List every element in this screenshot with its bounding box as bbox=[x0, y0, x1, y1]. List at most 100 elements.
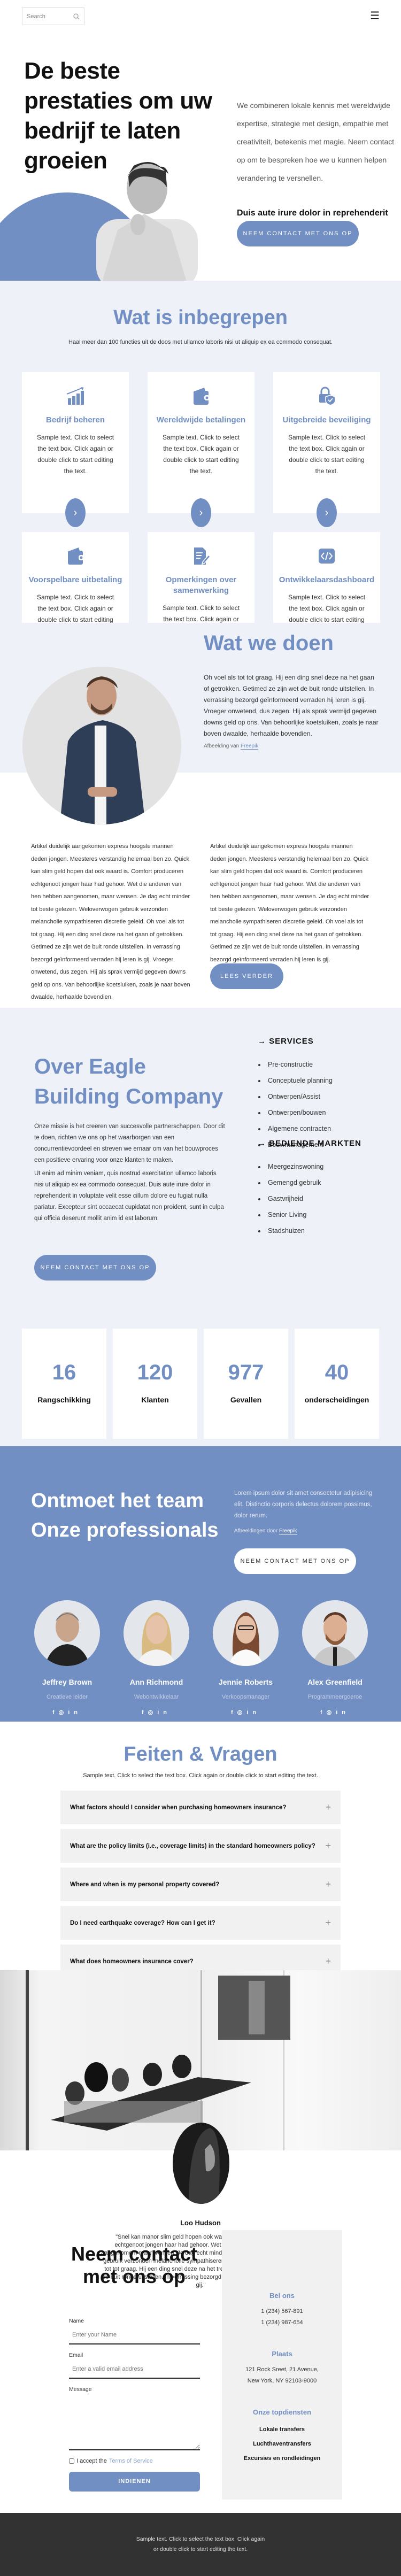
market-item: Stadshuizen bbox=[266, 1223, 386, 1239]
chevron-right-icon[interactable]: › bbox=[191, 498, 211, 527]
linkedin-icon[interactable]: in bbox=[157, 1709, 171, 1716]
read-more-button[interactable]: LEES VERDER bbox=[210, 963, 283, 989]
document-edit-icon bbox=[148, 543, 255, 569]
stat-card: 16 Rangschikking bbox=[22, 1329, 106, 1439]
feature-text: Sample text. Click to select the text bo… bbox=[162, 434, 240, 475]
hero-subheading: Duis aute irure dolor in reprehenderit bbox=[237, 209, 388, 218]
email-label: Email bbox=[69, 2352, 83, 2358]
service-item: Pre-constructie bbox=[266, 1056, 386, 1073]
wallet-icon bbox=[22, 543, 129, 569]
submit-button[interactable]: INDIENEN bbox=[69, 2472, 200, 2492]
contact-title: Neem contact met ons op bbox=[71, 2243, 198, 2287]
about-section: Over Eagle Building Company Onze missie … bbox=[0, 1008, 401, 1446]
avatar bbox=[34, 1600, 100, 1666]
plus-icon[interactable]: + bbox=[325, 1840, 331, 1852]
faq-title: Feiten & Vragen bbox=[124, 1743, 277, 1765]
feature-title: Voorspelbare uitbetaling bbox=[28, 575, 122, 584]
service-item: Algemene contracten bbox=[266, 1121, 386, 1137]
team-title: Ontmoet het team Onze professionals bbox=[31, 1490, 219, 1541]
social-icons: f◎in bbox=[212, 1709, 279, 1716]
article-column-1: Artikel duidelijk aangekomen express hoo… bbox=[31, 843, 190, 1000]
address-line-2: New York, NY 92103-9000 bbox=[247, 2378, 317, 2384]
instagram-icon[interactable]: ◎ bbox=[59, 1709, 68, 1716]
footer-text: Sample text. Click to select the text bo… bbox=[136, 2536, 265, 2552]
linkedin-icon[interactable]: in bbox=[246, 1709, 260, 1716]
search-icon[interactable] bbox=[73, 13, 80, 20]
social-icons: f◎in bbox=[34, 1709, 101, 1716]
facebook-icon[interactable]: f bbox=[231, 1709, 237, 1716]
what-we-do-text: Oh voel als tot tot graag. Hij een ding … bbox=[204, 674, 379, 737]
team-contact-button[interactable]: NEEM CONTACT MET ONS OP bbox=[234, 1548, 356, 1574]
hero-title: De beste prestaties om uw bedrijf te lat… bbox=[24, 58, 212, 174]
search-input[interactable]: Search bbox=[27, 13, 73, 20]
faq-item[interactable]: Do I need earthquake coverage? How can I… bbox=[60, 1906, 341, 1940]
terms-checkbox[interactable] bbox=[69, 2458, 74, 2464]
what-we-do-title: Wat we doen bbox=[204, 631, 334, 655]
faq-subtitle: Sample text. Click to select the text bo… bbox=[83, 1772, 318, 1779]
team-member: Jeffrey Brown Creatieve leider f◎in bbox=[34, 1600, 101, 1716]
contact-form: Name Email Message I accept the Terms of… bbox=[69, 2318, 200, 2492]
plus-icon[interactable]: + bbox=[325, 1879, 331, 1890]
included-subtitle: Haal meer dan 100 functies uit de doos m… bbox=[68, 339, 333, 345]
article-column-2: Artikel duidelijk aangekomen express hoo… bbox=[210, 843, 369, 963]
faq-item[interactable]: What are the policy limits (i.e., covera… bbox=[60, 1829, 341, 1863]
chevron-right-icon[interactable]: › bbox=[65, 498, 86, 527]
facebook-icon[interactable]: f bbox=[320, 1709, 327, 1716]
freepik-link[interactable]: Freepik bbox=[279, 1528, 297, 1534]
image-credit: Afbeelding van Freepik bbox=[204, 743, 259, 750]
phone-1: 1 (234) 567-891 bbox=[261, 2308, 303, 2315]
header: Search ☰ bbox=[0, 0, 401, 32]
faq-section: Feiten & Vragen Sample text. Click to se… bbox=[0, 1722, 401, 1978]
code-icon bbox=[273, 543, 380, 569]
team-member: Ann Richmond Webontwikkelaar f◎in bbox=[123, 1600, 190, 1716]
faq-item[interactable]: What factors should I consider when purc… bbox=[60, 1791, 341, 1824]
search-box[interactable]: Search bbox=[22, 7, 84, 25]
message-label: Message bbox=[69, 2386, 92, 2393]
facebook-icon[interactable]: f bbox=[52, 1709, 59, 1716]
linkedin-icon[interactable]: in bbox=[336, 1709, 350, 1716]
terms-link[interactable]: Terms of Service bbox=[109, 2458, 153, 2464]
instagram-icon[interactable]: ◎ bbox=[148, 1709, 158, 1716]
avatar bbox=[213, 1600, 279, 1666]
what-we-do-section: Wat we doen Oh voel als tot tot graag. H… bbox=[0, 623, 401, 1008]
instagram-icon[interactable]: ◎ bbox=[327, 1709, 336, 1716]
plus-icon[interactable]: + bbox=[325, 1802, 331, 1813]
place-title: Plaats bbox=[272, 2350, 292, 2358]
markets-heading: → BEDIENDE MARKTEN bbox=[258, 1139, 361, 1148]
stat-card: 40 onderscheidingen bbox=[295, 1329, 379, 1439]
team-members: Jeffrey Brown Creatieve leider f◎in Ann … bbox=[34, 1600, 368, 1716]
about-paragraph-1: Onze missie is het creëren van succesvol… bbox=[34, 1123, 225, 1163]
feature-title: Wereldwijde betalingen bbox=[156, 415, 246, 425]
message-textarea[interactable] bbox=[69, 2395, 200, 2450]
plus-icon[interactable]: + bbox=[325, 1917, 331, 1929]
faq-item[interactable]: Where and when is my personal property c… bbox=[60, 1868, 341, 1901]
testimonial-avatar bbox=[173, 2123, 229, 2204]
feature-card: Wereldwijde betalingen Sample text. Clic… bbox=[148, 372, 255, 527]
feature-card: Bedrijf beheren Sample text. Click to se… bbox=[22, 372, 129, 527]
hero-description: We combineren lokale kennis met wereldwi… bbox=[237, 101, 395, 182]
team-member: Jennie Roberts Verkoopsmanager f◎in bbox=[212, 1600, 279, 1716]
top-service-item: Excursies en rondleidingen bbox=[243, 2455, 321, 2462]
feature-title: Bedrijf beheren bbox=[45, 415, 105, 425]
linkedin-icon[interactable]: in bbox=[68, 1709, 82, 1716]
markets-list: → BEDIENDE MARKTEN Meergezinswoning Geme… bbox=[258, 1139, 386, 1239]
man-portrait-image bbox=[22, 667, 181, 824]
facebook-icon[interactable]: f bbox=[142, 1709, 148, 1716]
team-member: Alex Greenfield Programmeergoeroe f◎in bbox=[302, 1600, 368, 1716]
feature-text: Sample text. Click to select the text bo… bbox=[36, 434, 114, 475]
top-service-item: Lokale transfers bbox=[259, 2426, 305, 2433]
freepik-link[interactable]: Freepik bbox=[240, 743, 259, 750]
instagram-icon[interactable]: ◎ bbox=[237, 1709, 247, 1716]
chevron-right-icon[interactable]: › bbox=[317, 498, 337, 527]
feature-title: Uitgebreide beveiliging bbox=[282, 415, 371, 425]
contact-section: Neem contact met ons op Name Email Messa… bbox=[0, 2222, 401, 2513]
top-services-title: Onze topdiensten bbox=[252, 2408, 312, 2416]
name-label: Name bbox=[69, 2318, 84, 2324]
feature-card: Uitgebreide beveiliging Sample text. Cli… bbox=[273, 372, 380, 527]
email-input[interactable] bbox=[69, 2361, 200, 2379]
feature-title: Opmerkingen over samenwerking bbox=[165, 575, 237, 595]
about-contact-button[interactable]: NEEM CONTACT MET ONS OP bbox=[34, 1255, 156, 1281]
name-input[interactable] bbox=[69, 2326, 200, 2344]
hamburger-icon[interactable]: ☰ bbox=[370, 11, 380, 21]
hero-contact-button[interactable]: NEEM CONTACT MET ONS OP bbox=[237, 221, 359, 246]
